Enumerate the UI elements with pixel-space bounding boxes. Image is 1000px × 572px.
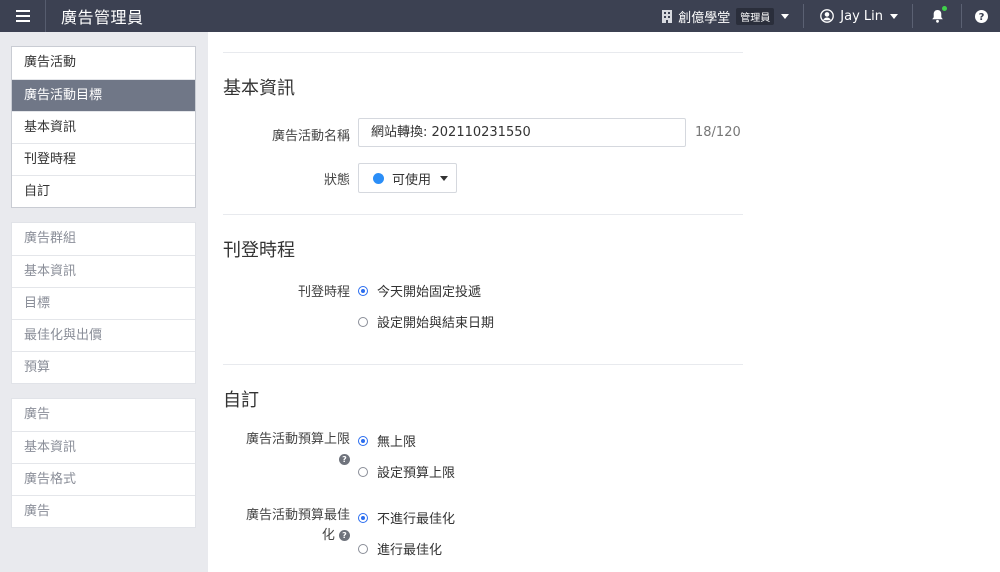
radio-selected-icon [358,512,368,523]
section-title-custom: 自訂 [223,390,259,411]
help-icon: ? [974,9,988,23]
radio-unselected-icon [358,543,368,554]
chevron-down-icon [890,13,898,19]
help-button[interactable]: ? [962,0,1000,32]
sidebar-item-targeting[interactable]: 目標 [12,287,195,319]
radio-selected-icon [358,285,368,296]
radio-label: 設定預算上限 [377,466,456,481]
sidebar-item-ad-format[interactable]: 廣告格式 [12,463,195,495]
status-label: 狀態 [323,173,350,188]
budget-optimization-label-text: 廣告活動預算最佳 [245,508,350,523]
radio-set-budget-limit[interactable]: 設定預算上限 [358,462,455,481]
section-divider [223,214,743,215]
sidebar-nav: 廣告活動 廣告活動目標 基本資訊 刊登時程 自訂 廣告群組 基本資訊 目標 最佳… [11,46,196,542]
radio-label: 不進行最佳化 [377,512,456,527]
sidebar-item-budget[interactable]: 預算 [12,351,195,383]
sidebar-item-adgroup[interactable]: 廣告群組 [12,223,195,255]
radio-start-today[interactable]: 今天開始固定投遞 [358,281,481,300]
section-divider [223,52,743,53]
user-name: Jay Lin [840,8,883,24]
sidebar-item-custom[interactable]: 自訂 [12,175,195,207]
status-value: 可使用 [392,172,432,188]
svg-text:?: ? [978,12,984,23]
user-avatar-icon [820,9,835,23]
radio-label: 設定開始與結束日期 [377,316,495,331]
chevron-down-icon [781,13,790,19]
radio-label: 進行最佳化 [377,543,443,558]
account-name: 創億學堂 [678,10,731,26]
character-counter: 18/120 [695,125,741,140]
budget-optimization-label-text: 化 [321,528,335,543]
role-badge: 管理員 [736,7,775,25]
main-panel: 基本資訊 廣告活動名稱 網站轉換: 202110231550 18/120 狀態… [208,32,1000,572]
bell-icon [931,10,943,23]
schedule-label: 刊登時程 [297,285,350,300]
nav-group-ad: 廣告 基本資訊 廣告格式 廣告 [11,398,196,528]
campaign-name-input[interactable]: 網站轉換: 202110231550 [358,118,686,147]
building-icon [662,9,673,23]
radio-selected-icon [358,435,368,446]
account-switcher[interactable]: 創億學堂 管理員 [662,0,803,32]
sidebar-item-optimization-bidding[interactable]: 最佳化與出價 [12,319,195,351]
sidebar-item-campaign[interactable]: 廣告活動 [12,47,195,79]
budget-limit-label: 廣告活動預算上限 ? [246,430,350,470]
sidebar-item-basic-info[interactable]: 基本資訊 [12,111,195,143]
notifications-button[interactable] [913,0,961,32]
section-title-basic-info: 基本資訊 [223,78,295,99]
budget-limit-label-text: 廣告活動預算上限 [245,432,350,447]
sidebar-item-schedule[interactable]: 刊登時程 [12,143,195,175]
radio-no-limit[interactable]: 無上限 [358,431,416,450]
menu-button[interactable] [0,0,46,32]
hamburger-icon [15,10,30,22]
top-bar: 廣告管理員 創億學堂 管理員 Jay Lin ? [0,0,1000,32]
nav-group-campaign: 廣告活動 廣告活動目標 基本資訊 刊登時程 自訂 [11,46,196,208]
radio-unselected-icon [358,466,368,477]
radio-label: 今天開始固定投遞 [377,285,482,300]
status-dropdown[interactable]: 可使用 [358,163,457,193]
section-title-schedule: 刊登時程 [223,240,295,261]
sidebar-item-ad-basic-info[interactable]: 基本資訊 [12,431,195,463]
sidebar-item-ad-creative[interactable]: 廣告 [12,495,195,527]
sidebar-item-campaign-objective[interactable]: 廣告活動目標 [12,79,195,111]
notification-dot [942,6,947,11]
radio-unselected-icon [358,316,368,327]
radio-label: 無上限 [377,435,417,450]
nav-group-adgroup: 廣告群組 基本資訊 目標 最佳化與出價 預算 [11,222,196,384]
section-divider [223,364,743,365]
sidebar-item-ad[interactable]: 廣告 [12,399,195,431]
sidebar-item-adgroup-basic-info[interactable]: 基本資訊 [12,255,195,287]
chevron-down-icon [440,175,449,181]
status-dot-icon [373,172,384,184]
user-menu[interactable]: Jay Lin [804,0,912,32]
budget-optimization-label: 廣告活動預算最佳 化 ? [246,506,350,546]
radio-optimize[interactable]: 進行最佳化 [358,539,442,558]
radio-no-optimization[interactable]: 不進行最佳化 [358,508,455,527]
radio-set-dates[interactable]: 設定開始與結束日期 [358,312,494,331]
help-circle-icon[interactable]: ? [339,454,350,465]
help-circle-icon[interactable]: ? [339,530,350,541]
campaign-name-label: 廣告活動名稱 [271,129,350,144]
app-title: 廣告管理員 [61,8,144,27]
